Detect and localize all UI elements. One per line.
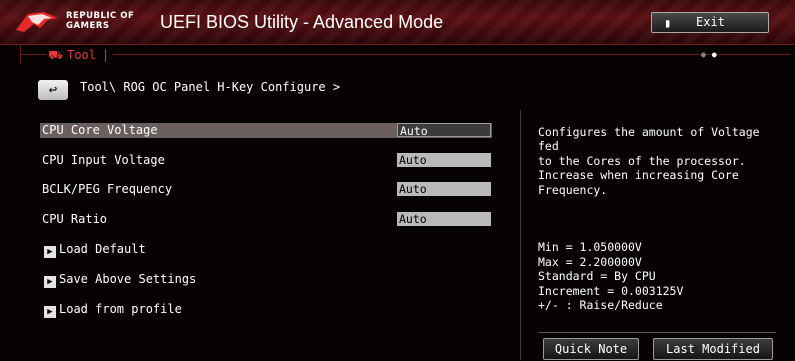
back-button[interactable]: ↩: [38, 80, 68, 100]
bios-window: REPUBLIC OF GAMERS UEFI BIOS Utility - A…: [0, 0, 795, 360]
setting-row-bclk-peg-frequency[interactable]: BCLK/PEG Frequency Auto: [40, 182, 492, 197]
value-field[interactable]: Auto: [397, 153, 491, 167]
value-field[interactable]: Auto: [397, 212, 491, 226]
save-above-settings-link[interactable]: ▶ Save Above Settings: [44, 272, 196, 288]
help-description: Configures the amount of Voltage fed to …: [538, 124, 760, 197]
page-indicator: ●●: [701, 50, 723, 59]
breadcrumb: Tool\ ROG OC Panel H-Key Configure >: [80, 80, 341, 94]
submenu-arrow-icon: ▶: [44, 306, 56, 318]
load-default-link[interactable]: ▶ Load Default: [44, 242, 146, 258]
setting-row-cpu-input-voltage[interactable]: CPU Input Voltage Auto: [40, 153, 492, 168]
footer-divider: [538, 332, 776, 333]
setting-row-cpu-ratio[interactable]: CPU Ratio Auto: [40, 212, 492, 227]
help-panel: Configures the amount of Voltage fed to …: [538, 110, 778, 327]
rog-logo-icon: [16, 12, 58, 32]
title-bar: REPUBLIC OF GAMERS UEFI BIOS Utility - A…: [0, 0, 795, 45]
help-details: Min = 1.050000V Max = 2.200000V Standard…: [538, 240, 684, 312]
app-title: UEFI BIOS Utility - Advanced Mode: [160, 12, 444, 32]
toolbox-icon: ⛟: [48, 48, 64, 62]
quick-note-button[interactable]: Quick Note: [543, 338, 639, 360]
exit-button[interactable]: ▮ Exit: [651, 12, 769, 33]
submenu-arrow-icon: ▶: [44, 246, 56, 258]
tab-tool[interactable]: ⛟ Tool |: [46, 48, 114, 64]
setting-row-cpu-core-voltage[interactable]: CPU Core Voltage Auto: [40, 123, 492, 138]
brand-text: REPUBLIC OF GAMERS: [66, 11, 135, 31]
back-arrow-icon: ↩: [48, 82, 58, 98]
value-field[interactable]: Auto: [397, 182, 491, 196]
value-field[interactable]: Auto: [397, 123, 491, 138]
door-icon: ▮: [664, 16, 672, 30]
last-modified-button[interactable]: Last Modified: [653, 338, 773, 360]
panel-divider: [520, 110, 521, 360]
load-from-profile-link[interactable]: ▶ Load from profile: [44, 302, 182, 318]
submenu-arrow-icon: ▶: [44, 276, 56, 288]
